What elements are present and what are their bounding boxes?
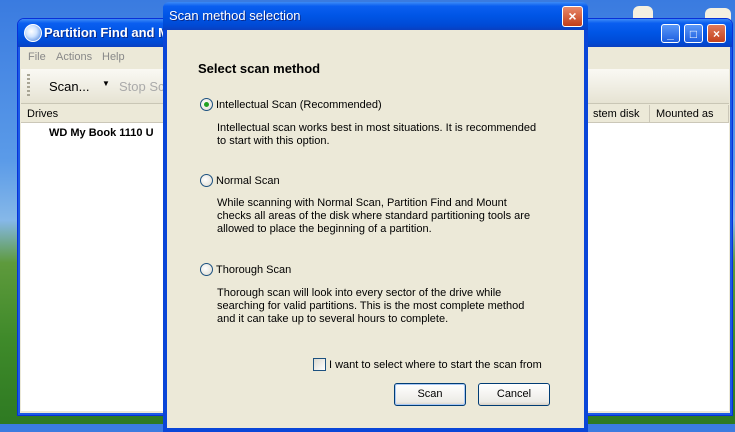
stop-scan-toolbar-button: Stop Sc: [119, 79, 165, 94]
thorough-scan-description-line: searching for valid partitions. This is …: [217, 300, 525, 312]
normal-scan-description-line: While scanning with Normal Scan, Partiti…: [217, 197, 507, 209]
radio-label-intellectual-scan[interactable]: Intellectual Scan (Recommended): [216, 99, 382, 111]
select-start-checkbox-label[interactable]: I want to select where to start the scan…: [329, 359, 542, 371]
dialog-close-button[interactable]: ×: [562, 6, 583, 27]
dialog-body: Select scan method Intellectual Scan (Re…: [167, 30, 584, 428]
radio-intellectual-scan[interactable]: [200, 98, 213, 111]
radio-normal-scan[interactable]: [200, 174, 213, 187]
menu-file[interactable]: File: [28, 51, 46, 63]
menu-actions[interactable]: Actions: [56, 51, 92, 63]
normal-scan-description-line: checks all areas of the disk where stand…: [217, 210, 531, 222]
column-header-mounted-as[interactable]: Mounted as: [650, 105, 729, 123]
list-item[interactable]: WD My Book 1110 U: [49, 127, 154, 139]
normal-scan-description-line: allowed to place the beginning of a part…: [217, 223, 432, 235]
thorough-scan-description-line: Thorough scan will look into every secto…: [217, 287, 502, 299]
app-title: Partition Find and M: [44, 25, 169, 40]
chevron-down-icon[interactable]: ▼: [102, 79, 110, 88]
intellectual-scan-description-line: to start with this option.: [217, 135, 330, 147]
menu-help[interactable]: Help: [102, 51, 125, 63]
toolbar-grip[interactable]: [27, 74, 30, 98]
thorough-scan-description-line: and it can take up to several hours to c…: [217, 313, 449, 325]
dialog-title-bar[interactable]: Scan method selection ×: [163, 2, 588, 30]
intellectual-scan-description-line: Intellectual scan works best in most sit…: [217, 122, 537, 134]
scan-method-dialog: Scan method selection × Select scan meth…: [163, 2, 588, 432]
radio-thorough-scan[interactable]: [200, 263, 213, 276]
radio-label-normal-scan[interactable]: Normal Scan: [216, 175, 280, 187]
cancel-button[interactable]: Cancel: [478, 383, 550, 406]
radio-label-thorough-scan[interactable]: Thorough Scan: [216, 264, 291, 276]
scan-toolbar-button[interactable]: Scan...: [49, 79, 89, 94]
dialog-title: Scan method selection: [169, 8, 301, 23]
dialog-heading: Select scan method: [198, 61, 321, 76]
scan-button[interactable]: Scan: [394, 383, 466, 406]
select-start-checkbox[interactable]: [313, 358, 326, 371]
column-header-system-disk[interactable]: stem disk: [587, 105, 650, 123]
maximize-button[interactable]: □: [684, 24, 703, 43]
app-logo-icon: [24, 24, 42, 42]
column-header-drives[interactable]: Drives: [21, 105, 166, 123]
app-close-button[interactable]: ×: [707, 24, 726, 43]
minimize-button[interactable]: _: [661, 24, 680, 43]
